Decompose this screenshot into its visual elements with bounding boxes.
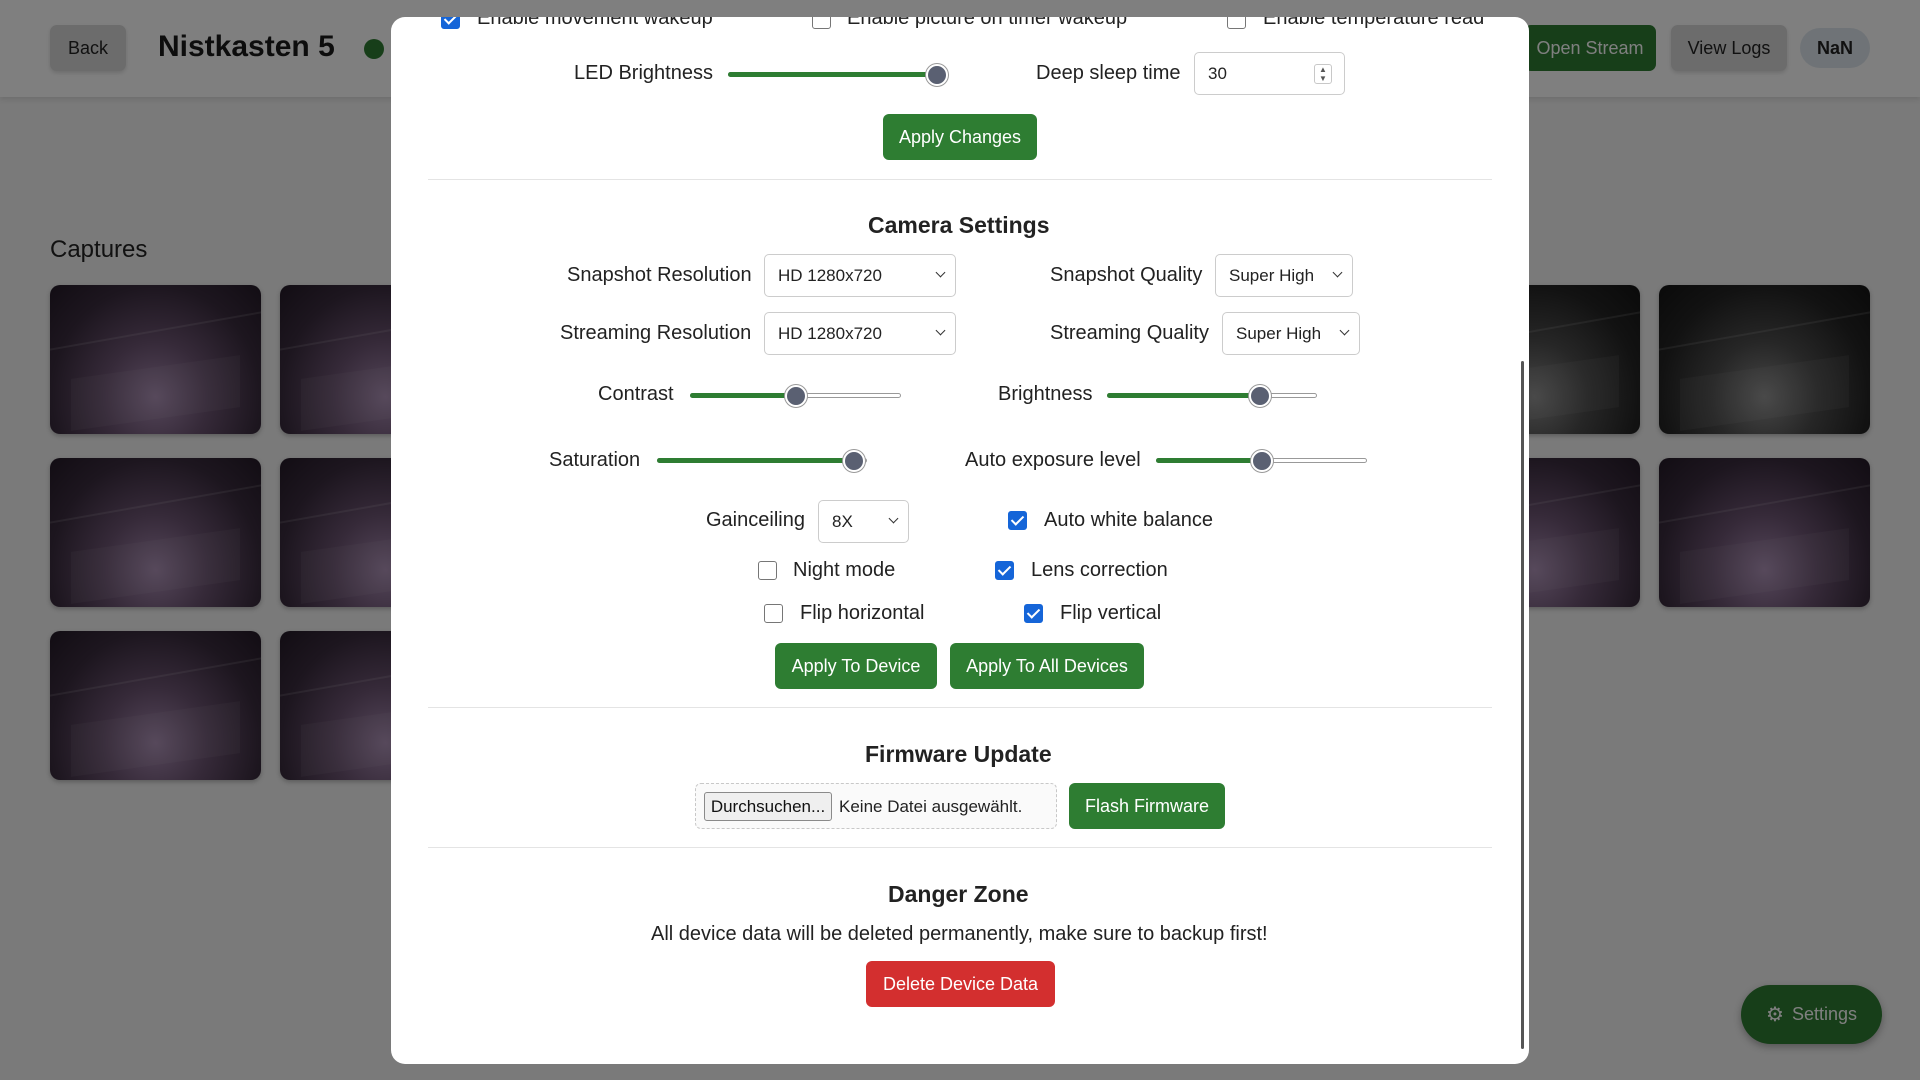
gainceiling-label: Gainceiling xyxy=(706,509,805,531)
timer-wakeup-checkbox[interactable] xyxy=(812,17,831,29)
lens-correction-label: Lens correction xyxy=(1031,559,1168,581)
temperature-read-label: Enable temperature read xyxy=(1263,17,1485,29)
snapshot-quality-value: Super High xyxy=(1229,265,1315,285)
apply-to-device-button[interactable]: Apply To Device xyxy=(775,643,937,689)
firmware-update-title: Firmware Update xyxy=(865,741,1052,767)
danger-zone-title: Danger Zone xyxy=(888,881,1029,907)
slider-thumb[interactable] xyxy=(1250,450,1273,472)
flip-vertical-label: Flip vertical xyxy=(1060,602,1162,624)
streaming-resolution-select[interactable]: HD 1280x720 xyxy=(764,312,956,355)
section-divider xyxy=(428,847,1492,848)
streaming-quality-label: Streaming Quality xyxy=(1050,322,1209,344)
snapshot-resolution-label: Snapshot Resolution xyxy=(567,264,752,286)
camera-settings-title: Camera Settings xyxy=(868,212,1050,238)
streaming-quality-select[interactable]: Super High xyxy=(1222,312,1360,355)
led-brightness-label: LED Brightness xyxy=(574,62,713,84)
streaming-resolution-value: HD 1280x720 xyxy=(778,323,882,343)
snapshot-resolution-value: HD 1280x720 xyxy=(778,265,882,285)
browse-file-button[interactable]: Durchsuchen... xyxy=(704,792,832,821)
chevron-down-icon xyxy=(888,513,899,524)
gainceiling-select[interactable]: 8X xyxy=(818,500,909,543)
streaming-resolution-label: Streaming Resolution xyxy=(560,322,752,344)
flip-horizontal-label: Flip horizontal xyxy=(800,602,925,624)
danger-warning-text: All device data will be deleted permanen… xyxy=(651,923,1268,945)
section-divider xyxy=(428,707,1492,708)
snapshot-resolution-select[interactable]: HD 1280x720 xyxy=(764,254,956,297)
saturation-label: Saturation xyxy=(549,449,641,471)
deep-sleep-input[interactable]: 30 ▲ ▼ xyxy=(1194,52,1345,95)
led-brightness-slider[interactable] xyxy=(728,64,948,86)
deep-sleep-label: Deep sleep time xyxy=(1036,62,1181,84)
number-spinner-icon[interactable]: ▲ ▼ xyxy=(1314,64,1332,84)
apply-changes-button[interactable]: Apply Changes xyxy=(883,114,1037,160)
delete-device-data-button[interactable]: Delete Device Data xyxy=(866,961,1055,1007)
streaming-quality-value: Super High xyxy=(1236,323,1322,343)
lens-correction-checkbox[interactable] xyxy=(995,561,1014,580)
slider-thumb[interactable] xyxy=(784,385,807,407)
contrast-slider[interactable] xyxy=(690,385,901,407)
slider-thumb[interactable] xyxy=(926,64,948,86)
timer-wakeup-label: Enable picture on timer wakeup xyxy=(847,17,1128,29)
flip-horizontal-checkbox[interactable] xyxy=(764,604,783,623)
gainceiling-value: 8X xyxy=(832,511,853,531)
snapshot-quality-select[interactable]: Super High xyxy=(1215,254,1353,297)
deep-sleep-value: 30 xyxy=(1208,63,1227,83)
settings-modal: Enable movement wakeup Enable picture on… xyxy=(391,17,1529,1064)
contrast-label: Contrast xyxy=(598,383,674,405)
auto-white-balance-checkbox[interactable] xyxy=(1008,511,1027,530)
flash-firmware-button[interactable]: Flash Firmware xyxy=(1069,783,1225,829)
brightness-label: Brightness xyxy=(998,383,1093,405)
night-mode-label: Night mode xyxy=(793,559,896,581)
auto-white-balance-label: Auto white balance xyxy=(1044,509,1214,531)
temperature-read-checkbox[interactable] xyxy=(1227,17,1246,29)
file-status-text: Keine Datei ausgewählt. xyxy=(839,797,1023,816)
apply-to-all-devices-button[interactable]: Apply To All Devices xyxy=(950,643,1144,689)
saturation-slider[interactable] xyxy=(657,450,867,472)
section-divider xyxy=(428,179,1492,180)
slider-thumb[interactable] xyxy=(1249,385,1272,407)
chevron-down-icon xyxy=(935,325,946,336)
auto-exposure-slider[interactable] xyxy=(1156,450,1367,472)
chevron-down-icon xyxy=(1339,325,1350,336)
modal-scrollbar[interactable] xyxy=(1521,361,1524,1049)
movement-wakeup-label: Enable movement wakeup xyxy=(477,17,713,29)
snapshot-quality-label: Snapshot Quality xyxy=(1050,264,1203,286)
flip-vertical-checkbox[interactable] xyxy=(1024,604,1043,623)
movement-wakeup-checkbox[interactable] xyxy=(441,17,460,29)
night-mode-checkbox[interactable] xyxy=(758,561,777,580)
auto-exposure-label: Auto exposure level xyxy=(965,449,1141,471)
brightness-slider[interactable] xyxy=(1107,385,1317,407)
slider-thumb[interactable] xyxy=(843,450,866,472)
firmware-file-input[interactable]: Durchsuchen... Keine Datei ausgewählt. xyxy=(695,783,1057,829)
chevron-down-icon xyxy=(1332,267,1343,278)
chevron-down-icon xyxy=(935,267,946,278)
